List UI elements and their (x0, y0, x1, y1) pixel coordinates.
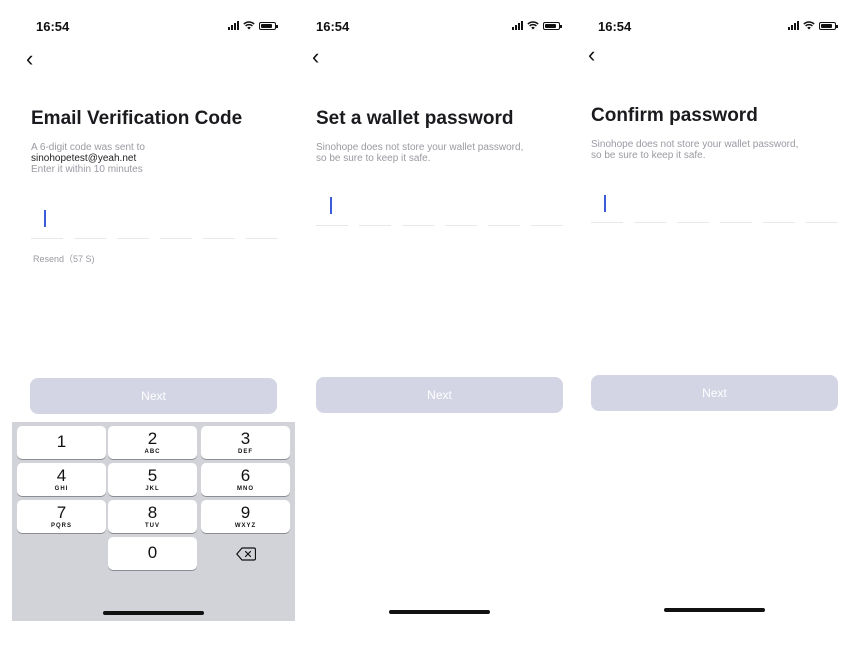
resend-countdown[interactable]: Resend（57 S) (33, 252, 95, 265)
digit-slot (74, 238, 106, 239)
key-0[interactable]: 0 (108, 537, 197, 570)
key-2[interactable]: 2 ABC (108, 426, 197, 459)
digit-slot (445, 225, 477, 226)
page-title: Confirm password (591, 105, 758, 126)
page-subtitle: A 6-digit code was sent to sinohopetest@… (31, 142, 291, 175)
key-1[interactable]: 1 (17, 426, 106, 459)
digit-slot (316, 225, 348, 226)
cellular-signal-icon (228, 21, 239, 30)
set-password-screen: 16:54 ‹ Set a wallet password Sinohope d… (298, 0, 588, 650)
home-indicator[interactable] (103, 611, 204, 615)
back-chevron-icon[interactable]: ‹ (26, 48, 33, 70)
battery-icon (543, 21, 562, 30)
digit-slot (591, 222, 623, 223)
next-button[interactable]: Next (316, 377, 563, 413)
battery-icon (259, 21, 278, 30)
delete-key[interactable] (201, 537, 290, 570)
status-bar: 16:54 (10, 0, 300, 50)
key-8[interactable]: 8 TUV (108, 500, 197, 533)
backspace-icon (235, 546, 256, 561)
digit-slot (203, 238, 235, 239)
status-bar: 16:54 (576, 0, 862, 50)
home-indicator[interactable] (389, 610, 490, 614)
email-verification-screen: 16:54 ‹ Email Verification Code A 6-digi… (10, 0, 300, 650)
text-cursor (604, 195, 606, 212)
digit-slot (31, 238, 63, 239)
battery-icon (819, 21, 838, 30)
key-6[interactable]: 6 MNO (201, 463, 290, 496)
status-bar: 16:54 (298, 0, 588, 50)
key-4[interactable]: 4 GHI (17, 463, 106, 496)
status-time: 16:54 (598, 19, 632, 34)
key-3[interactable]: 3 DEF (201, 426, 290, 459)
digit-slot (806, 222, 838, 223)
back-chevron-icon[interactable]: ‹ (588, 44, 595, 66)
cellular-signal-icon (788, 21, 799, 30)
next-button[interactable]: Next (591, 375, 838, 411)
page-title: Set a wallet password (316, 108, 514, 129)
cellular-signal-icon (512, 21, 523, 30)
text-cursor (44, 210, 46, 227)
key-5[interactable]: 5 JKL (108, 463, 197, 496)
digit-slot (359, 225, 391, 226)
digit-slot (160, 238, 192, 239)
text-cursor (330, 197, 332, 214)
key-9[interactable]: 9 WXYZ (201, 500, 290, 533)
digit-slot (246, 238, 278, 239)
numeric-keyboard: 1 2 ABC 3 DEF 4 GHI 5 JKL 6 MNO 7 PQRS 8 TUV 9W… (12, 422, 295, 621)
digit-slot (402, 225, 434, 226)
digit-slot (720, 222, 752, 223)
next-button[interactable]: Next (30, 378, 277, 414)
home-indicator[interactable] (664, 608, 765, 612)
wifi-icon (527, 21, 539, 30)
digit-slot (677, 222, 709, 223)
status-time: 16:54 (36, 19, 70, 34)
page-subtitle: Sinohope does not store your wallet pass… (316, 142, 524, 164)
page-subtitle: Sinohope does not store your wallet pass… (591, 139, 799, 161)
digit-slot (763, 222, 795, 223)
back-chevron-icon[interactable]: ‹ (312, 46, 319, 68)
digit-slot (531, 225, 563, 226)
digit-slot (488, 225, 520, 226)
wifi-icon (803, 21, 815, 30)
page-title: Email Verification Code (31, 108, 243, 129)
status-time: 16:54 (316, 19, 350, 34)
email-address: sinohopetest@yeah.net (31, 153, 137, 164)
wifi-icon (243, 21, 255, 30)
digit-slot (634, 222, 666, 223)
confirm-password-screen: 16:54 ‹ Confirm password Sinohope does n… (576, 0, 862, 650)
digit-slot (117, 238, 149, 239)
key-7[interactable]: 7 PQRS (17, 500, 106, 533)
